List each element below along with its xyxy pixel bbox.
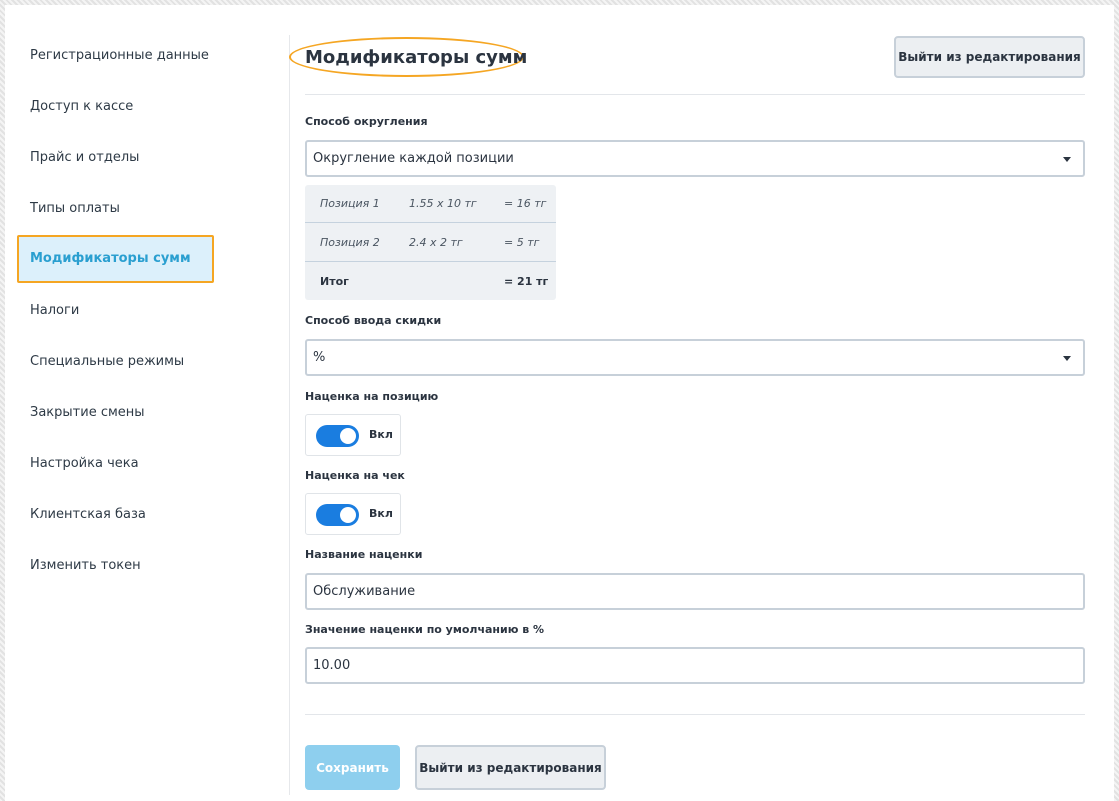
save-button[interactable]: Сохранить (305, 745, 400, 790)
toggle-knob (340, 507, 356, 523)
exit-edit-button-bottom[interactable]: Выйти из редактирования (415, 745, 606, 790)
settings-card: Регистрационные данные Доступ к кассе Пр… (5, 5, 1114, 801)
example-position-name: Позиция 2 (320, 236, 380, 249)
example-position-calc: 1.55 x 10 тг (409, 197, 477, 210)
sidebar-item-client-base[interactable]: Клиентская база (30, 507, 146, 522)
sidebar-item-registration[interactable]: Регистрационные данные (30, 48, 209, 63)
rounding-select-value: Округление каждой позиции (313, 151, 514, 166)
discount-select[interactable]: % (305, 339, 1085, 376)
markup-name-input[interactable]: Обслуживание (305, 573, 1085, 610)
example-position-result: = 16 тг (504, 197, 547, 210)
sidebar-item-price-departments[interactable]: Прайс и отделы (30, 150, 139, 165)
sidebar: Регистрационные данные Доступ к кассе Пр… (5, 5, 289, 801)
chevron-down-icon (1063, 157, 1071, 162)
rounding-select[interactable]: Округление каждой позиции (305, 140, 1085, 177)
markup-check-toggle-box: Вкл (305, 493, 401, 535)
example-position-result: = 5 тг (504, 236, 540, 249)
markup-default-label: Значение наценки по умолчанию в % (305, 623, 545, 636)
rounding-example-table: Позиция 1 1.55 x 10 тг = 16 тг Позиция 2… (305, 185, 556, 300)
page-title: Модификаторы сумм (305, 47, 528, 68)
toggle-knob (340, 428, 356, 444)
discount-label: Способ ввода скидки (305, 314, 442, 327)
sidebar-item-receipt-settings[interactable]: Настройка чека (30, 456, 139, 471)
sidebar-item-amount-modifiers[interactable]: Модификаторы сумм (17, 235, 214, 283)
example-position-name: Позиция 1 (320, 197, 380, 210)
sidebar-item-special-modes[interactable]: Специальные режимы (30, 354, 184, 369)
example-position-calc: 2.4 x 2 тг (409, 236, 463, 249)
rounding-label: Способ округления (305, 115, 428, 128)
sidebar-item-payment-types[interactable]: Типы оплаты (30, 201, 120, 216)
exit-edit-button-top[interactable]: Выйти из редактирования (894, 36, 1085, 78)
markup-default-input[interactable]: 10.00 (305, 647, 1085, 684)
table-row: Позиция 2 2.4 x 2 тг = 5 тг (305, 224, 556, 262)
markup-position-toggle-box: Вкл (305, 414, 401, 456)
sidebar-divider (289, 35, 290, 795)
toggle-state-label: Вкл (369, 507, 393, 520)
sidebar-item-cash-access[interactable]: Доступ к кассе (30, 99, 133, 114)
toggle-state-label: Вкл (369, 428, 393, 441)
sidebar-item-change-token[interactable]: Изменить токен (30, 558, 141, 573)
sidebar-item-taxes[interactable]: Налоги (30, 303, 79, 318)
table-row: Позиция 1 1.55 x 10 тг = 16 тг (305, 185, 556, 223)
markup-name-label: Название наценки (305, 548, 423, 561)
chevron-down-icon (1063, 356, 1071, 361)
sidebar-item-label: Модификаторы сумм (30, 251, 191, 266)
markup-check-label: Наценка на чек (305, 469, 405, 482)
markup-position-toggle[interactable] (316, 425, 359, 447)
header-divider (305, 94, 1085, 95)
example-total-label: Итог (320, 275, 349, 288)
example-total-result: = 21 тг (504, 275, 549, 288)
discount-select-value: % (313, 350, 326, 365)
footer-divider (305, 714, 1085, 715)
table-row-total: Итог = 21 тг (305, 263, 556, 301)
markup-position-label: Наценка на позицию (305, 390, 439, 403)
markup-check-toggle[interactable] (316, 504, 359, 526)
sidebar-item-shift-closing[interactable]: Закрытие смены (30, 405, 145, 420)
